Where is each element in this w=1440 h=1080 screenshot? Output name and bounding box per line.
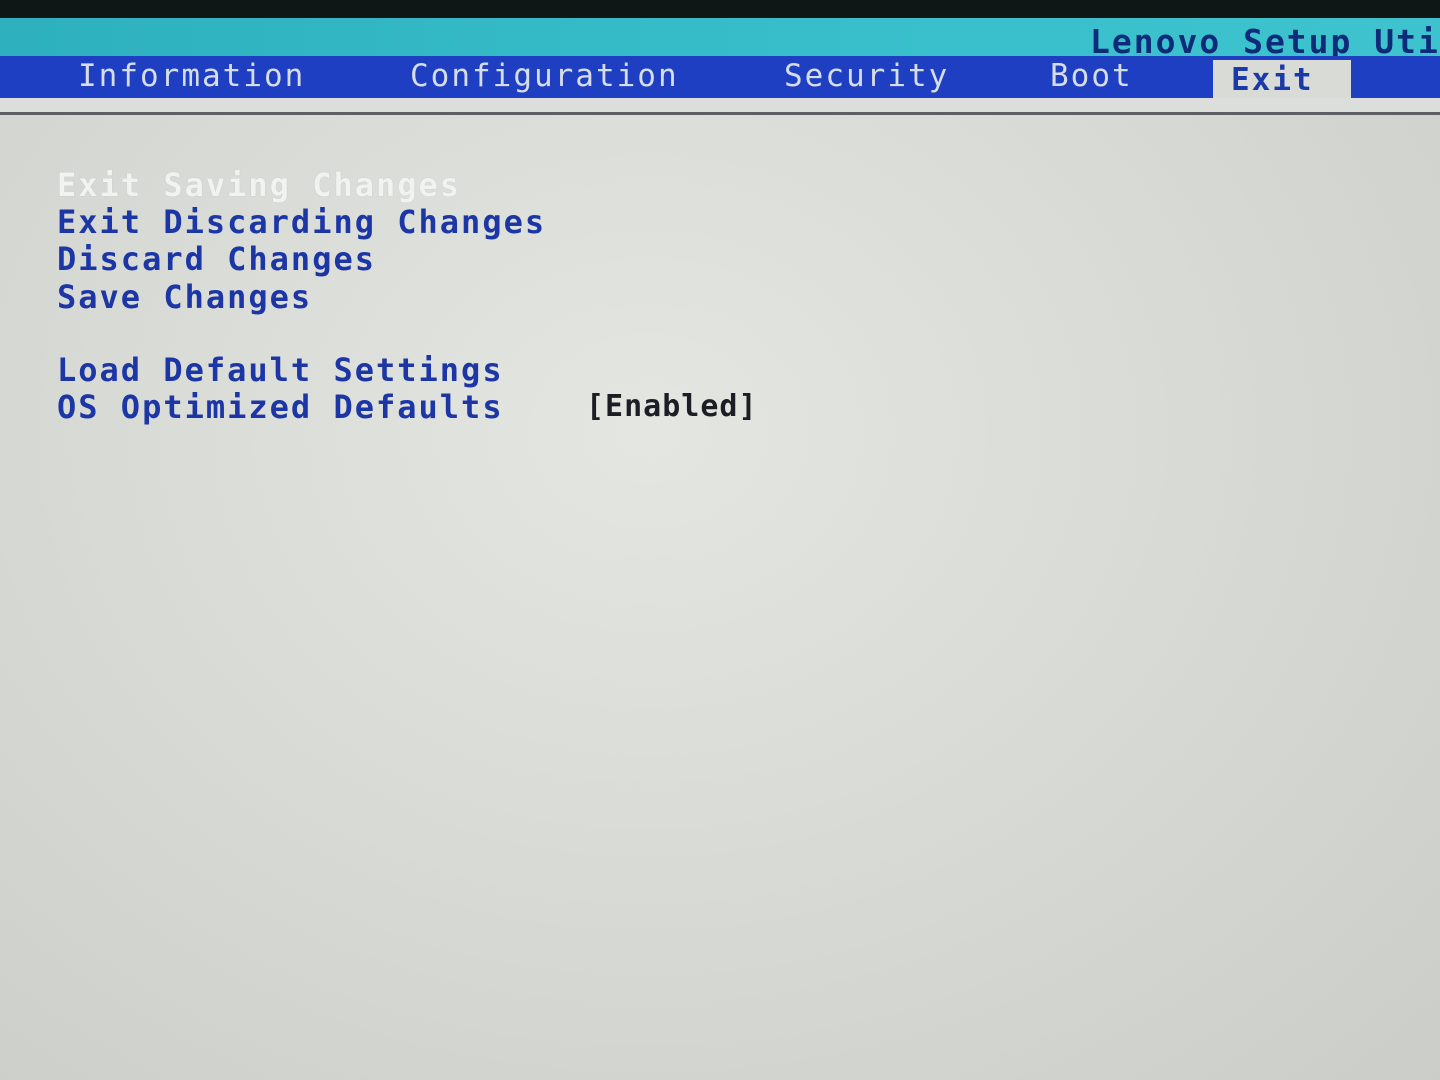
menu-item-load-default-settings[interactable]: Load Default Settings (57, 351, 504, 389)
tab-information[interactable]: Information (78, 56, 305, 98)
menu-item-save-changes[interactable]: Save Changes (57, 278, 312, 316)
header-divider (0, 112, 1440, 115)
menu-item-exit-discarding-changes[interactable]: Exit Discarding Changes (57, 203, 546, 241)
tab-exit[interactable]: Exit (1213, 60, 1351, 98)
os-optimized-defaults-value[interactable]: [Enabled] (586, 388, 758, 426)
tab-boot[interactable]: Boot (1050, 56, 1133, 98)
header-gap (0, 98, 1440, 112)
menu-item-os-optimized-defaults[interactable]: OS Optimized Defaults (57, 388, 504, 426)
menu-item-discard-changes[interactable]: Discard Changes (57, 240, 376, 278)
menu-bar: Information Configuration Security Boot … (0, 56, 1440, 98)
bios-screen: Lenovo Setup Utili Information Configura… (0, 0, 1440, 1080)
tab-security[interactable]: Security (784, 56, 949, 98)
menu-item-exit-saving-changes[interactable]: Exit Saving Changes (57, 166, 461, 204)
screen-bezel (0, 0, 1440, 18)
tab-configuration[interactable]: Configuration (410, 56, 679, 98)
